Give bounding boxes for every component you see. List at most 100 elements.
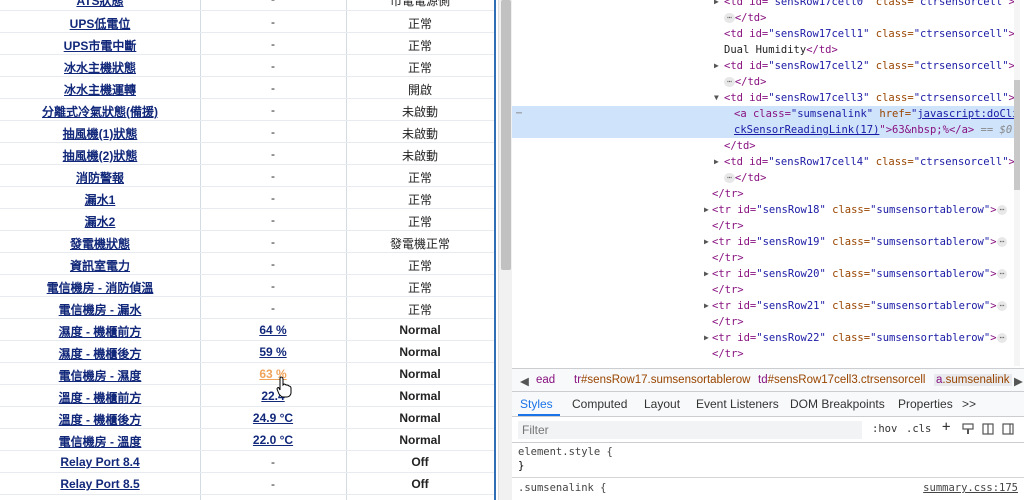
breadcrumb-item[interactable]: td#sensRow17cell3.ctrsensorcell bbox=[758, 374, 925, 386]
more-tabs-icon[interactable]: >> bbox=[962, 397, 976, 411]
expand-triangle-icon[interactable]: ▶ bbox=[714, 0, 722, 10]
dom-node[interactable]: ▶ <td id="sensRow17cell2" class="ctrsens… bbox=[512, 58, 1020, 74]
expand-triangle-icon[interactable]: ▶ bbox=[704, 234, 712, 250]
sensor-reading-link[interactable]: 24.9 °C bbox=[200, 411, 346, 425]
breadcrumb-item-active[interactable]: a.sumsenalink bbox=[934, 374, 1012, 386]
ellipsis-badge[interactable]: ⋯ bbox=[724, 13, 735, 23]
tab-properties[interactable]: Properties bbox=[898, 397, 953, 411]
css-source-link[interactable]: summary.css:175 bbox=[923, 481, 1018, 495]
dom-node[interactable]: ▶ <tr id="sensRow22" class="sumsensortabl… bbox=[512, 330, 1020, 346]
breadcrumb-item[interactable]: tr#sensRow17.sumsensortablerow bbox=[574, 374, 750, 386]
ellipsis-badge[interactable]: ⋯ bbox=[996, 269, 1008, 279]
expand-triangle-icon[interactable]: ▶ bbox=[704, 330, 712, 346]
tab-dom-breakpoints[interactable]: DOM Breakpoints bbox=[790, 397, 885, 411]
sensor-name-link[interactable]: 消防警報 bbox=[0, 169, 200, 186]
hover-state-toggle[interactable]: :hov bbox=[872, 423, 897, 435]
ellipsis-badge[interactable]: ⋯ bbox=[724, 173, 735, 183]
sensor-name-link[interactable]: 資訊室電力 bbox=[0, 257, 200, 274]
dom-text-node[interactable]: Dual Humidity</td> bbox=[512, 42, 1020, 58]
scrollbar-thumb[interactable] bbox=[1014, 80, 1020, 190]
sensor-reading-link[interactable]: 64 % bbox=[200, 323, 346, 337]
expand-triangle-icon[interactable]: ▶ bbox=[714, 58, 722, 74]
dom-node[interactable]: </tr> bbox=[512, 250, 1020, 266]
ellipsis-badge[interactable]: ⋯ bbox=[996, 237, 1008, 247]
expand-triangle-icon[interactable]: ▶ bbox=[704, 202, 712, 218]
sensor-name-link[interactable]: 溫度 - 機櫃前方 bbox=[0, 389, 200, 406]
dom-node[interactable]: ▶ <tr id="sensRow21" class="sumsensortabl… bbox=[512, 298, 1020, 314]
dom-node[interactable]: <td id="sensRow17cell1" class="ctrsensor… bbox=[512, 26, 1020, 42]
dom-node[interactable]: </tr> bbox=[512, 282, 1020, 298]
more-options-icon[interactable]: ⋯ bbox=[516, 106, 522, 122]
dom-node[interactable]: ⋯ </td> bbox=[512, 74, 1020, 90]
sensor-name-link[interactable]: 冰水主機運轉 bbox=[0, 81, 200, 98]
sensor-reading-link[interactable]: 22.4 bbox=[200, 389, 346, 403]
sensor-reading-link[interactable]: 59 % bbox=[200, 345, 346, 359]
dom-node[interactable]: </tr> bbox=[512, 186, 1020, 202]
dom-node[interactable]: </tr> bbox=[512, 218, 1020, 234]
breadcrumb-scroll-right-icon[interactable]: ▶ bbox=[1014, 374, 1023, 388]
breadcrumb-item[interactable]: ead bbox=[536, 374, 555, 386]
sensor-reading-link[interactable]: 63 % bbox=[200, 367, 346, 381]
ellipsis-badge[interactable]: ⋯ bbox=[996, 301, 1008, 311]
dom-node[interactable]: ▶ <tr id="sensRow19" class="sumsensortabl… bbox=[512, 234, 1020, 250]
sensor-status: Normal bbox=[399, 411, 441, 425]
elements-scrollbar[interactable] bbox=[1014, 0, 1020, 366]
dom-node[interactable]: ▶ <td id="sensRow17cell0" class="ctrsens… bbox=[512, 0, 1020, 10]
sensor-name-link[interactable]: 電信機房 - 消防偵溫 bbox=[0, 279, 200, 296]
dom-node[interactable]: ⋯ </td> bbox=[512, 10, 1020, 26]
ellipsis-badge[interactable]: ⋯ bbox=[996, 333, 1008, 343]
sensor-name-link[interactable]: 濕度 - 機櫃後方 bbox=[0, 345, 200, 362]
breadcrumb-scroll-left-icon[interactable]: ◀ bbox=[520, 374, 529, 388]
toggle-sidebar-icon[interactable] bbox=[1002, 423, 1014, 435]
sensor-status: Normal bbox=[399, 323, 441, 337]
dom-node[interactable]: </tr> bbox=[512, 314, 1020, 330]
selected-dom-node[interactable]: ⋯ <a class="sumsenalink" href="javascrip… bbox=[512, 106, 1020, 138]
ellipsis-badge[interactable]: ⋯ bbox=[724, 77, 735, 87]
dom-node[interactable]: ▶ <tr id="sensRow20" class="sumsensortabl… bbox=[512, 266, 1020, 282]
dom-node[interactable]: </td> bbox=[512, 138, 1020, 154]
dom-node[interactable]: ▶ <tr id="sensRow18" class="sumsensortabl… bbox=[512, 202, 1020, 218]
expand-triangle-icon[interactable]: ▶ bbox=[704, 266, 712, 282]
sensor-name-link[interactable]: UPS低電位 bbox=[0, 15, 200, 32]
sensor-name-link[interactable]: 分離式冷氣狀態(備援) bbox=[0, 103, 200, 120]
tab-computed[interactable]: Computed bbox=[572, 397, 627, 411]
dom-node[interactable]: ▶ <td id="sensRow17cell4" class="ctrsens… bbox=[512, 154, 1020, 170]
tab-event-listeners[interactable]: Event Listeners bbox=[696, 397, 779, 411]
sensor-reading-link[interactable]: 22.0 °C bbox=[200, 433, 346, 447]
sensor-name-link[interactable]: 電信機房 - 溫度 bbox=[0, 433, 200, 450]
paint-brush-icon[interactable] bbox=[962, 423, 974, 435]
page-scrollbar[interactable] bbox=[498, 0, 512, 500]
sensor-name-link[interactable]: 抽風機(1)狀態 bbox=[0, 125, 200, 142]
rule-close: } bbox=[518, 460, 525, 472]
sensor-name-link[interactable]: 溫度 - 機櫃後方 bbox=[0, 411, 200, 428]
dom-node[interactable]: </tr> bbox=[512, 346, 1020, 362]
ellipsis-badge[interactable]: ⋯ bbox=[996, 205, 1008, 215]
tab-styles[interactable]: Styles bbox=[520, 397, 553, 411]
sensor-name-link[interactable]: 電信機房 - 漏水 bbox=[0, 301, 200, 318]
sensor-value: - bbox=[271, 477, 275, 491]
expand-triangle-icon[interactable]: ▶ bbox=[714, 154, 722, 170]
sensor-name-link[interactable]: UPS市電中斷 bbox=[0, 37, 200, 54]
sensor-name-link[interactable]: ATS狀態 bbox=[0, 0, 200, 9]
dom-node[interactable]: ⋯ </td> bbox=[512, 170, 1020, 186]
element-style-rule[interactable]: element.style { bbox=[518, 445, 613, 459]
sensor-name-link[interactable]: 電信機房 - 濕度 bbox=[0, 367, 200, 384]
sensor-name-link[interactable]: Relay Port 8.4 bbox=[0, 455, 200, 469]
sensor-name-link[interactable]: Relay Port 8.5 bbox=[0, 477, 200, 491]
new-style-rule-button[interactable]: + bbox=[942, 419, 950, 435]
expand-triangle-icon[interactable]: ▶ bbox=[704, 298, 712, 314]
filter-input[interactable] bbox=[518, 421, 862, 439]
sensor-name-link[interactable]: 抽風機(2)狀態 bbox=[0, 147, 200, 164]
sensor-name-link[interactable]: 發電機狀態 bbox=[0, 235, 200, 252]
sensor-name-link[interactable]: 濕度 - 機櫃前方 bbox=[0, 323, 200, 340]
css-rule-selector[interactable]: .sumsenalink { bbox=[518, 481, 607, 495]
collapse-triangle-icon[interactable]: ▼ bbox=[714, 90, 722, 106]
tab-layout[interactable]: Layout bbox=[644, 397, 680, 411]
sensor-name-link[interactable]: 冰水主機狀態 bbox=[0, 59, 200, 76]
sensor-name-link[interactable]: 漏水2 bbox=[0, 213, 200, 230]
scrollbar-thumb[interactable] bbox=[501, 0, 511, 270]
dom-node[interactable]: ▼ <td id="sensRow17cell3" class="ctrsens… bbox=[512, 90, 1020, 106]
class-toggle[interactable]: .cls bbox=[906, 423, 931, 435]
computed-sidebar-icon[interactable] bbox=[982, 423, 994, 435]
sensor-name-link[interactable]: 漏水1 bbox=[0, 191, 200, 208]
